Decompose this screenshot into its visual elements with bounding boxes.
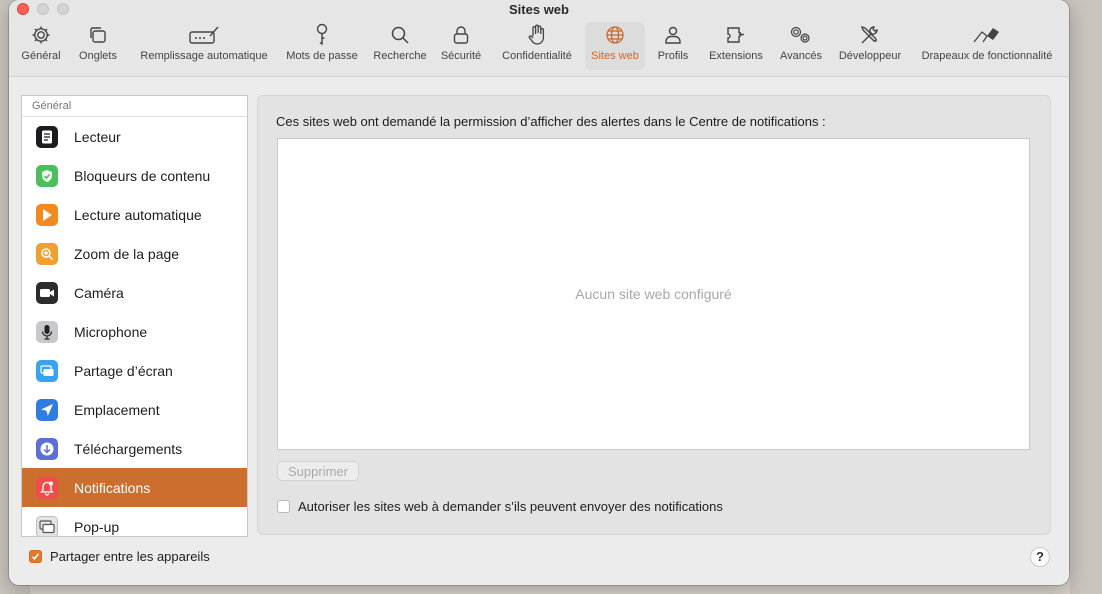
lock-icon	[451, 22, 471, 48]
sidebar-item-label: Lecture automatique	[74, 206, 202, 223]
sidebar-item-downloads[interactable]: Téléchargements	[22, 429, 247, 468]
sidebar-item-lecteur[interactable]: Lecteur	[22, 117, 247, 156]
camera-icon	[36, 281, 58, 304]
key-icon	[312, 22, 332, 48]
allow-notification-requests-option[interactable]: Autoriser les sites web à demander s’ils…	[277, 499, 723, 514]
sidebar-item-label: Pop-up	[74, 518, 120, 535]
share-across-devices-option[interactable]: Partager entre les appareils	[29, 549, 210, 564]
sidebar-item-microphone[interactable]: Microphone	[22, 312, 247, 351]
sidebar-item-autoplay[interactable]: Lecture automatique	[22, 195, 247, 234]
share-label: Partager entre les appareils	[50, 549, 210, 564]
gears-icon	[788, 22, 814, 48]
tabs-icon	[87, 22, 109, 48]
sidebar-item-label: Notifications	[74, 479, 151, 496]
tab-security[interactable]: Sécurité	[435, 22, 487, 70]
allow-requests-label: Autoriser les sites web à demander s’ils…	[298, 499, 723, 514]
tools-icon	[858, 22, 882, 48]
reader-icon	[36, 125, 58, 148]
tab-advanced[interactable]: Avancés	[775, 22, 827, 70]
website-list[interactable]: Aucun site web configuré	[277, 138, 1030, 450]
person-icon	[662, 22, 684, 48]
sidebar-item-label: Téléchargements	[74, 440, 183, 457]
tab-extensions[interactable]: Extensions	[703, 22, 769, 70]
sidebar-item-screen-sharing[interactable]: Partage d’écran	[22, 351, 247, 390]
sidebar-item-notifications[interactable]: Notifications	[22, 468, 247, 507]
tab-feature-flags[interactable]: Drapeaux de fonctionnalité	[913, 22, 1061, 70]
search-icon	[389, 22, 411, 48]
tab-general[interactable]: Général	[13, 22, 69, 70]
location-icon	[36, 398, 58, 421]
tab-profiles[interactable]: Profils	[651, 22, 695, 70]
permission-description: Ces sites web ont demandé la permission …	[276, 114, 826, 129]
checkmark-icon	[31, 553, 40, 560]
microphone-icon	[36, 320, 58, 343]
zoom-icon	[36, 242, 58, 265]
allow-requests-checkbox[interactable]	[277, 500, 290, 513]
sidebar-item-label: Emplacement	[74, 401, 160, 418]
sidebar-item-label: Partage d’écran	[74, 362, 173, 379]
globe-icon	[604, 22, 626, 48]
sidebar-item-location[interactable]: Emplacement	[22, 390, 247, 429]
settings-window: Sites web Général Onglets Remplissage au…	[9, 0, 1069, 585]
notifications-icon	[36, 476, 58, 499]
tab-developer[interactable]: Développeur	[833, 22, 907, 70]
sidebar-item-camera[interactable]: Caméra	[22, 273, 247, 312]
tab-autofill[interactable]: Remplissage automatique	[133, 22, 275, 70]
screen-share-icon	[36, 359, 58, 382]
autofill-icon	[187, 22, 221, 48]
popup-icon	[36, 515, 58, 536]
autoplay-icon	[36, 203, 58, 226]
sidebar-item-content-blockers[interactable]: Bloqueurs de contenu	[22, 156, 247, 195]
sidebar-item-popup[interactable]: Pop-up	[22, 507, 247, 536]
tab-privacy[interactable]: Confidentialité	[495, 22, 579, 70]
sidebar-item-page-zoom[interactable]: Zoom de la page	[22, 234, 247, 273]
share-checkbox[interactable]	[29, 550, 42, 563]
flags-icon	[970, 22, 1004, 48]
downloads-icon	[36, 437, 58, 460]
sidebar-item-label: Microphone	[74, 323, 148, 340]
sidebar-item-label: Zoom de la page	[74, 245, 180, 262]
notifications-pane: Ces sites web ont demandé la permission …	[257, 95, 1051, 535]
empty-list-message: Aucun site web configuré	[575, 286, 732, 302]
tab-search[interactable]: Recherche	[369, 22, 431, 70]
hand-icon	[527, 22, 547, 48]
remove-button[interactable]: Supprimer	[277, 461, 359, 481]
sidebar-item-label: Lecteur	[74, 128, 121, 145]
preferences-toolbar: Général Onglets Remplissage automatique	[9, 22, 1069, 72]
gear-icon	[30, 22, 52, 48]
tab-passwords[interactable]: Mots de passe	[281, 22, 363, 70]
sidebar: Général Lecteur Bloqueurs de contenu Lec…	[21, 95, 248, 537]
puzzle-icon	[724, 22, 748, 48]
content-blocker-icon	[36, 164, 58, 187]
tab-onglets[interactable]: Onglets	[71, 22, 125, 70]
tab-websites[interactable]: Sites web	[585, 22, 645, 70]
sidebar-section-header: Général	[22, 96, 247, 117]
help-button[interactable]: ?	[1030, 547, 1050, 567]
sidebar-item-label: Bloqueurs de contenu	[74, 167, 211, 184]
window-title: Sites web	[509, 2, 569, 17]
sidebar-item-label: Caméra	[74, 284, 124, 301]
titlebar: Sites web Général Onglets Remplissage au…	[9, 0, 1069, 77]
